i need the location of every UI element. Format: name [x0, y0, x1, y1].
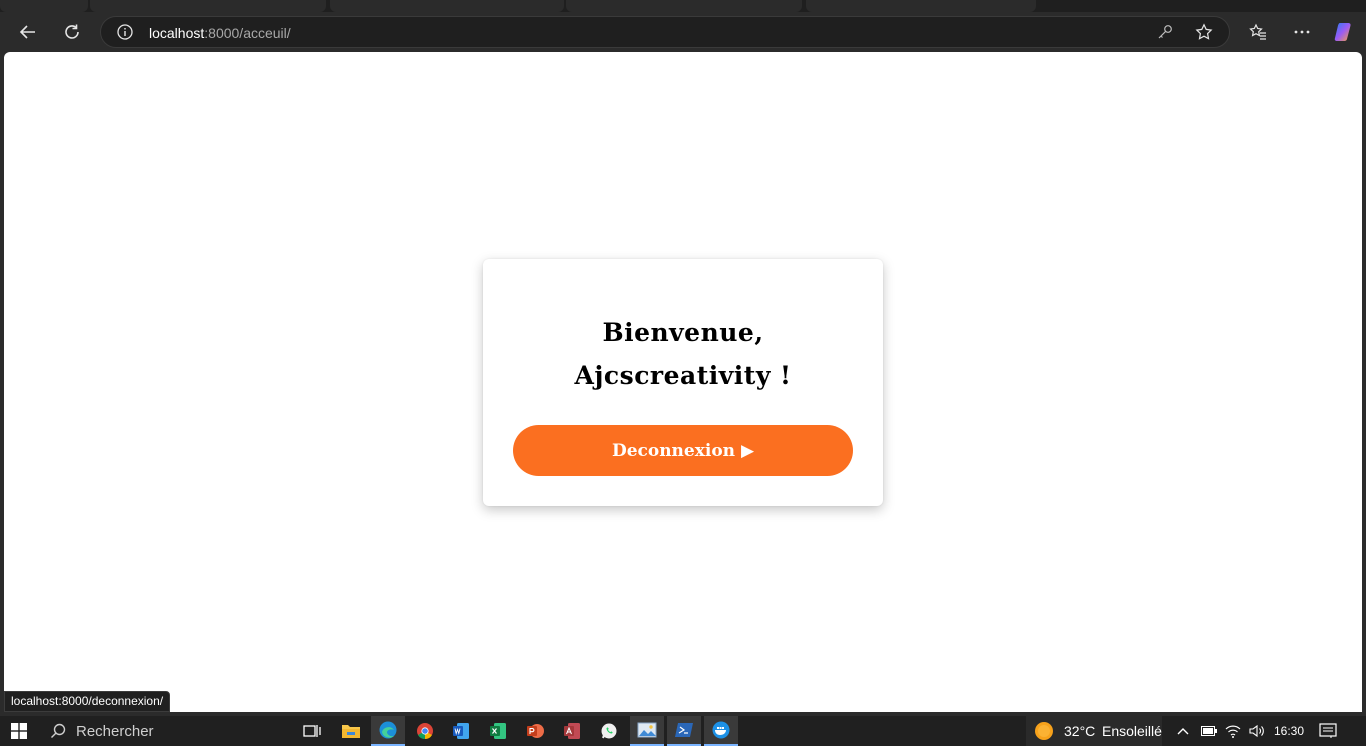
access-icon: [564, 723, 580, 739]
taskbar-app-powerpoint[interactable]: [518, 716, 552, 746]
status-link-preview: localhost:8000/deconnexion/: [4, 691, 171, 712]
key-icon[interactable]: [1157, 24, 1173, 45]
page-viewport: Bienvenue, Ajcscreativity ! Deconnexion ▶: [4, 52, 1362, 712]
search-placeholder: Rechercher: [76, 723, 154, 740]
back-button[interactable]: [12, 16, 44, 48]
docker-icon: [712, 721, 730, 739]
weather-temperature: 32°C: [1064, 723, 1096, 739]
sun-icon: [1034, 721, 1054, 746]
taskbar-app-photos[interactable]: [630, 716, 664, 746]
chevron-up-icon: [1177, 728, 1189, 735]
tab-profile[interactable]: [0, 0, 88, 12]
tab-1[interactable]: [90, 0, 326, 12]
favorites-button[interactable]: [1242, 16, 1274, 48]
more-button[interactable]: [1286, 16, 1318, 48]
taskbar-app-word[interactable]: [444, 716, 478, 746]
folder-icon: [342, 725, 360, 738]
taskbar-app-edge[interactable]: [371, 716, 405, 746]
clock-time[interactable]: 16:30: [1274, 724, 1304, 738]
edge-icon: [379, 721, 397, 739]
wifi-button[interactable]: [1222, 716, 1244, 746]
welcome-heading: Bienvenue, Ajcscreativity !: [574, 318, 792, 390]
copilot-button[interactable]: [1328, 16, 1360, 48]
powerpoint-icon: [527, 724, 544, 738]
notifications-button[interactable]: [1316, 716, 1340, 746]
search-icon: [51, 723, 66, 738]
powershell-icon: [675, 723, 693, 737]
taskbar-app-access[interactable]: [555, 716, 589, 746]
copilot-icon: [1334, 23, 1351, 41]
welcome-card: Bienvenue, Ajcscreativity ! Deconnexion ▶: [483, 259, 883, 506]
excel-icon: [490, 723, 506, 739]
volume-icon: [1249, 724, 1264, 738]
weather-description: Ensoleillé: [1102, 723, 1162, 739]
logout-button[interactable]: Deconnexion ▶: [513, 425, 853, 476]
battery-icon: [1201, 726, 1217, 736]
taskbar-app-file-explorer[interactable]: [334, 716, 368, 746]
info-icon[interactable]: [117, 24, 133, 45]
refresh-icon: [65, 24, 79, 39]
word-icon: [453, 723, 469, 739]
task-view-icon: [303, 725, 321, 737]
windows-icon: [11, 723, 27, 739]
back-icon: [19, 25, 35, 39]
battery-button[interactable]: [1198, 716, 1220, 746]
favorites-icon: [1249, 23, 1266, 40]
wifi-icon: [1225, 725, 1241, 738]
taskbar-app-powershell[interactable]: [667, 716, 701, 746]
taskbar-app-excel[interactable]: [481, 716, 515, 746]
tab-active[interactable]: [566, 0, 802, 12]
tab-4[interactable]: [806, 0, 1036, 12]
task-view-button[interactable]: [298, 716, 326, 746]
taskbar-app-chrome[interactable]: [408, 716, 442, 746]
tab-strip: [0, 0, 1366, 12]
address-url[interactable]: localhost:8000/acceuil/: [149, 25, 291, 41]
address-bar[interactable]: localhost:8000/acceuil/: [100, 16, 1230, 48]
start-button[interactable]: [6, 716, 32, 746]
more-icon: [1294, 30, 1310, 34]
chrome-icon: [417, 723, 433, 740]
taskbar-app-whatsapp[interactable]: [592, 716, 626, 746]
taskbar: Rechercher 32°C Ensoleillé 16:30: [0, 716, 1366, 746]
refresh-button[interactable]: [56, 16, 88, 48]
star-icon[interactable]: [1195, 23, 1213, 46]
tab-2[interactable]: [330, 0, 564, 12]
browser-toolbar: localhost:8000/acceuil/: [0, 12, 1366, 52]
notification-icon: [1319, 723, 1337, 738]
photos-icon: [637, 722, 657, 738]
volume-button[interactable]: [1246, 716, 1268, 746]
whatsapp-icon: [601, 723, 617, 739]
show-hidden-icons-button[interactable]: [1172, 716, 1194, 746]
taskbar-app-docker[interactable]: [704, 716, 738, 746]
